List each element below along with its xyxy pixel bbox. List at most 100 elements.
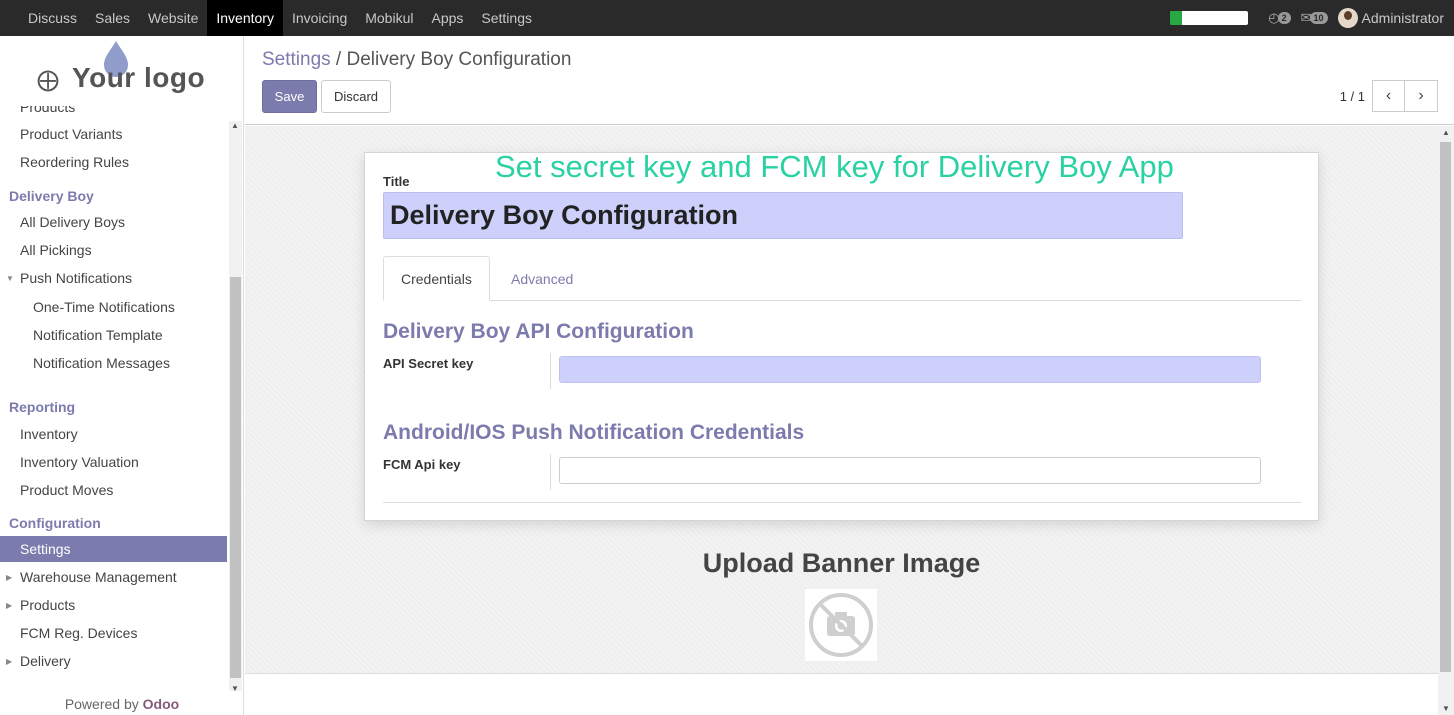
sidebar-item-label: Products bbox=[20, 106, 76, 115]
menu-inventory[interactable]: Inventory bbox=[207, 0, 283, 36]
sidebar-item-push-notifications[interactable]: ▼ Push Notifications bbox=[0, 265, 227, 291]
save-button[interactable]: Save bbox=[262, 80, 317, 113]
annotation-caption: Set secret key and FCM key for Delivery … bbox=[495, 149, 1174, 184]
powered-by-brand-link[interactable]: Odoo bbox=[143, 696, 180, 712]
main-scroll-thumb[interactable] bbox=[1440, 142, 1451, 672]
main-scroll-down-icon[interactable]: ▼ bbox=[1442, 704, 1450, 713]
sidebar-item-label: Delivery Boy bbox=[9, 188, 94, 204]
menu-discuss[interactable]: Discuss bbox=[19, 0, 86, 36]
banner-image-placeholder[interactable] bbox=[805, 589, 877, 661]
avatar bbox=[1337, 8, 1358, 28]
field-separator bbox=[550, 353, 551, 389]
sidebar-item-all-delivery-boys[interactable]: All Delivery Boys bbox=[0, 209, 227, 235]
pager: 1 / 1 ‹ › bbox=[1340, 80, 1438, 112]
sidebar-scrollbar[interactable]: ▲ ▼ bbox=[229, 121, 242, 693]
sidebar-item-products[interactable]: Products bbox=[0, 106, 227, 120]
discard-button[interactable]: Discard bbox=[321, 80, 391, 113]
pager-previous-button[interactable]: ‹ bbox=[1372, 80, 1405, 112]
content-footer bbox=[245, 673, 1438, 715]
control-panel: Settings / Delivery Boy Configuration Sa… bbox=[245, 36, 1454, 125]
user-name: Administrator bbox=[1361, 10, 1444, 26]
tab-credentials[interactable]: Credentials bbox=[383, 256, 490, 301]
menu-apps[interactable]: Apps bbox=[422, 0, 472, 36]
sidebar-section-reporting: Reporting bbox=[0, 394, 227, 420]
sidebar-item-reordering-rules[interactable]: Reordering Rules bbox=[0, 149, 227, 175]
sidebar-item-warehouse-management[interactable]: ▶ Warehouse Management bbox=[0, 564, 227, 590]
breadcrumb: Settings / Delivery Boy Configuration bbox=[262, 49, 571, 71]
breadcrumb-settings-link[interactable]: Settings bbox=[262, 49, 331, 70]
sidebar-item-label: Push Notifications bbox=[20, 270, 133, 286]
sidebar-item-one-time-notifications[interactable]: One-Time Notifications bbox=[0, 294, 227, 320]
sidebar-item-label: Product Variants bbox=[20, 126, 123, 142]
chevron-left-icon: ‹ bbox=[1385, 87, 1392, 104]
app-menu: Discuss Sales Website Inventory Invoicin… bbox=[0, 0, 541, 36]
fcm-api-key-label: FCM Api key bbox=[383, 457, 461, 472]
sidebar-item-label: Reordering Rules bbox=[20, 154, 129, 170]
powered-by: Powered by Odoo bbox=[0, 696, 244, 712]
menu-website[interactable]: Website bbox=[139, 0, 207, 36]
sidebar-item-inventory-valuation[interactable]: Inventory Valuation bbox=[0, 449, 227, 475]
scroll-up-arrow-icon[interactable]: ▲ bbox=[231, 121, 239, 130]
form-sheet: Title Delivery Boy Configuration Credent… bbox=[364, 152, 1319, 521]
sidebar-item-all-pickings[interactable]: All Pickings bbox=[0, 237, 227, 263]
camera-icon: ⨁ bbox=[37, 67, 59, 92]
sidebar-section-configuration: Configuration bbox=[0, 510, 227, 536]
sidebar-item-product-moves[interactable]: Product Moves bbox=[0, 477, 227, 503]
title-input[interactable]: Delivery Boy Configuration bbox=[383, 192, 1183, 239]
pager-next-button[interactable]: › bbox=[1405, 80, 1438, 112]
sidebar-item-inventory[interactable]: Inventory bbox=[0, 421, 227, 447]
sidebar-scroll-thumb[interactable] bbox=[230, 277, 241, 678]
sidebar-item-label: All Pickings bbox=[20, 242, 92, 258]
menu-mobikul[interactable]: Mobikul bbox=[356, 0, 422, 36]
group-title-push-credentials: Android/IOS Push Notification Credential… bbox=[383, 421, 805, 444]
menu-invoicing[interactable]: Invoicing bbox=[283, 0, 356, 36]
activity-menu[interactable]: ◴ 2 bbox=[1268, 10, 1291, 26]
messaging-menu[interactable]: ✉ 10 bbox=[1301, 10, 1328, 26]
tab-advanced[interactable]: Advanced bbox=[494, 256, 590, 301]
sidebar-item-label: Inventory Valuation bbox=[20, 454, 139, 470]
caret-right-icon: ▶ bbox=[6, 600, 13, 610]
messages-count-badge: 10 bbox=[1309, 12, 1328, 24]
api-secret-key-input[interactable] bbox=[559, 356, 1261, 383]
onboarding-progress-bar[interactable] bbox=[1170, 11, 1249, 25]
user-menu[interactable]: Administrator bbox=[1337, 8, 1444, 28]
sidebar-item-label: Product Moves bbox=[20, 482, 114, 498]
sidebar-item-label: Delivery bbox=[20, 653, 71, 669]
scroll-down-arrow-icon[interactable]: ▼ bbox=[231, 684, 239, 693]
sidebar-item-products[interactable]: ▶ Products bbox=[0, 592, 227, 618]
api-secret-key-label: API Secret key bbox=[383, 356, 474, 371]
sidebar-item-label: One-Time Notifications bbox=[33, 299, 175, 315]
sidebar-item-notification-template[interactable]: Notification Template bbox=[0, 322, 227, 348]
upload-banner-title: Upload Banner Image bbox=[702, 548, 981, 578]
sidebar-item-label: Settings bbox=[20, 541, 71, 557]
fcm-api-key-input[interactable] bbox=[559, 457, 1261, 484]
sidebar-item-label: Warehouse Management bbox=[20, 569, 177, 585]
sidebar-item-label: Notification Template bbox=[33, 327, 163, 343]
pager-value[interactable]: 1 / 1 bbox=[1340, 89, 1365, 104]
sidebar-item-label: All Delivery Boys bbox=[20, 214, 126, 230]
logo-text: Your logo bbox=[72, 62, 206, 93]
menu-settings[interactable]: Settings bbox=[472, 0, 541, 36]
sheet-divider bbox=[383, 502, 1301, 503]
sidebar-menu: Products Product Variants Reordering Rules… bbox=[0, 106, 228, 691]
main-scrollbar[interactable]: ▲ ▼ bbox=[1438, 126, 1454, 715]
systray: ◴ 2 ✉ 10 Administrator bbox=[1170, 0, 1454, 36]
sidebar-item-delivery[interactable]: ▶ Delivery bbox=[0, 648, 227, 674]
sidebar-item-fcm-reg-devices[interactable]: FCM Reg. Devices bbox=[0, 620, 227, 646]
sidebar-item-label: Products bbox=[20, 597, 76, 613]
group-title-api-config: Delivery Boy API Configuration bbox=[383, 320, 694, 343]
no-image-camera-icon bbox=[809, 593, 873, 657]
breadcrumb-separator: / bbox=[330, 49, 347, 70]
sidebar-item-notification-messages[interactable]: Notification Messages bbox=[0, 350, 227, 376]
top-navbar: Discuss Sales Website Inventory Invoicin… bbox=[0, 0, 1454, 36]
menu-sales[interactable]: Sales bbox=[86, 0, 139, 36]
sidebar-item-product-variants[interactable]: Product Variants bbox=[0, 121, 227, 147]
sidebar-section-delivery-boy: Delivery Boy bbox=[0, 183, 227, 209]
sidebar-item-label: Inventory bbox=[20, 426, 78, 442]
main-scroll-up-icon[interactable]: ▲ bbox=[1442, 128, 1450, 137]
caret-right-icon: ▶ bbox=[6, 656, 13, 666]
sidebar-item-settings[interactable]: Settings bbox=[0, 536, 227, 562]
sidebar-item-label: Notification Messages bbox=[33, 355, 170, 371]
sidebar-item-label: Configuration bbox=[9, 515, 101, 531]
caret-right-icon: ▶ bbox=[6, 572, 13, 582]
